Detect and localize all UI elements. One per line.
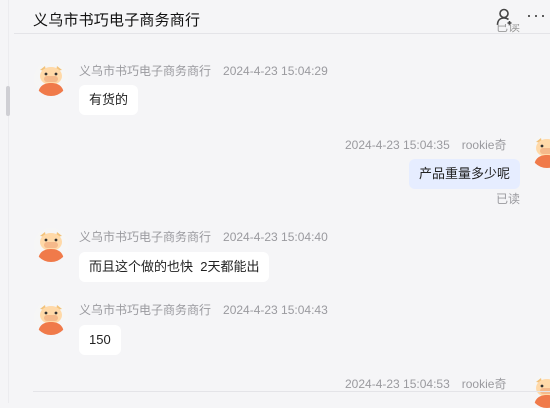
sender-name: 义乌市书巧电子商务商行 xyxy=(79,303,212,317)
message-meta: 2024-4-23 15:04:53 rookie奇 xyxy=(345,375,506,392)
message-meta: 2024-4-23 15:04:35 rookie奇 xyxy=(345,136,506,153)
my-avatar[interactable] xyxy=(530,134,550,168)
message-time: 2024-4-23 15:04:53 xyxy=(345,377,450,391)
read-status-clipped: 已读 xyxy=(496,24,521,34)
message-time: 2024-4-23 15:04:35 xyxy=(345,138,450,152)
sender-avatar[interactable] xyxy=(34,62,68,96)
message-meta: 义乌市书巧电子商务商行 2024-4-23 15:04:29 xyxy=(79,62,328,79)
sender-name: rookie奇 xyxy=(461,377,507,391)
message-meta: 义乌市书巧电子商务商行 2024-4-23 15:04:43 xyxy=(79,301,328,318)
message-bubble[interactable]: 150 xyxy=(79,325,121,355)
sender-avatar[interactable] xyxy=(34,228,68,262)
sender-name: 义乌市书巧电子商务商行 xyxy=(79,230,212,244)
more-icon[interactable]: ··· xyxy=(526,6,547,24)
read-status: 已读 xyxy=(496,192,521,206)
scrollbar-thumb[interactable] xyxy=(6,86,10,116)
message-bubble[interactable]: 产品重量多少呢 xyxy=(408,159,520,189)
sender-name: 义乌市书巧电子商务商行 xyxy=(79,64,212,78)
message-bubble[interactable]: 而且这个做的也快 2天都能出 xyxy=(79,252,270,282)
message-meta: 义乌市书巧电子商务商行 2024-4-23 15:04:40 xyxy=(79,228,328,245)
message-bubble[interactable]: 有货的 xyxy=(79,85,139,115)
sender-name: rookie奇 xyxy=(461,138,507,152)
message-time: 2024-4-23 15:04:40 xyxy=(223,230,328,244)
left-panel-edge xyxy=(0,0,9,403)
chat-header: 义乌市书巧电子商务商行 ··· xyxy=(14,0,550,34)
input-divider xyxy=(33,391,550,392)
sender-avatar[interactable] xyxy=(34,301,68,335)
message-time: 2024-4-23 15:04:43 xyxy=(223,303,328,317)
message-time: 2024-4-23 15:04:29 xyxy=(223,64,328,78)
chat-title: 义乌市书巧电子商务商行 xyxy=(33,12,201,29)
